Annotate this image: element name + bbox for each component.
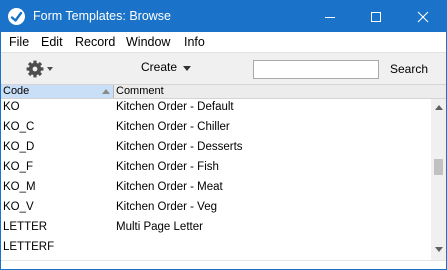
browse-window: Form Templates: Browse File Edit Record … — [0, 0, 447, 270]
table-row[interactable]: KO_D Kitchen Order - Desserts — [1, 139, 431, 159]
cell-code: KO_M — [3, 181, 36, 193]
window-bottom-edge — [1, 260, 446, 269]
cell-code: KO_F — [3, 161, 34, 173]
sort-ascending-icon — [102, 89, 110, 94]
menu-file[interactable]: File — [9, 35, 29, 49]
cell-code: KO_V — [3, 201, 34, 213]
scrollbar-thumb[interactable] — [434, 159, 443, 175]
scroll-down-arrow-icon[interactable] — [435, 247, 443, 252]
search-button[interactable]: Search — [390, 62, 428, 76]
table-row[interactable]: KO_C Kitchen Order - Chiller — [1, 119, 431, 139]
gear-icon — [26, 60, 53, 78]
table-row[interactable]: KO Kitchen Order - Default — [1, 99, 431, 119]
table-row[interactable]: KO_F Kitchen Order - Fish — [1, 159, 431, 179]
cell-comment: Kitchen Order - Default — [116, 101, 234, 113]
table-body: KO Kitchen Order - Default KO_C Kitchen … — [1, 99, 431, 260]
window-title: Form Templates: Browse — [33, 9, 172, 23]
close-button[interactable] — [400, 1, 446, 32]
toolbar: Create Search — [1, 52, 446, 84]
cell-code: KO_D — [3, 141, 35, 153]
close-icon — [417, 11, 429, 22]
column-header-code[interactable]: Code — [1, 85, 114, 98]
table-row[interactable]: KO_M Kitchen Order - Meat — [1, 179, 431, 199]
title-bar[interactable]: Form Templates: Browse — [1, 1, 446, 32]
maximize-button[interactable] — [353, 1, 399, 32]
cell-code: KO — [3, 101, 20, 113]
search-input[interactable] — [253, 60, 379, 79]
table-row[interactable]: LETTER Multi Page Letter — [1, 219, 431, 239]
table-row[interactable]: LETTERF — [1, 239, 431, 259]
column-header-comment-label: Comment — [116, 85, 164, 97]
table-row[interactable]: KO_V Kitchen Order - Veg — [1, 199, 431, 219]
cell-comment: Kitchen Order - Desserts — [116, 141, 243, 153]
menu-bar: File Edit Record Window Info — [1, 32, 446, 52]
cell-code: LETTER — [3, 221, 48, 233]
create-button[interactable]: Create — [141, 60, 177, 78]
table-header: Code Comment — [1, 84, 446, 99]
cell-comment: Multi Page Letter — [116, 221, 203, 233]
minimize-icon — [325, 16, 335, 18]
app-icon[interactable] — [8, 8, 25, 25]
cell-code: KO_C — [3, 121, 35, 133]
maximize-icon — [371, 11, 381, 22]
cell-code: LETTERF — [3, 241, 55, 253]
menu-record[interactable]: Record — [75, 35, 115, 49]
menu-edit[interactable]: Edit — [41, 35, 63, 49]
cell-comment: Kitchen Order - Chiller — [116, 121, 230, 133]
column-header-comment[interactable]: Comment — [115, 85, 435, 98]
vertical-scrollbar[interactable] — [431, 99, 446, 260]
operations-menu-button[interactable] — [23, 59, 57, 79]
menu-window[interactable]: Window — [126, 35, 170, 49]
cell-comment: Kitchen Order - Veg — [116, 201, 217, 213]
menu-info[interactable]: Info — [184, 35, 205, 49]
cell-comment: Kitchen Order - Fish — [116, 161, 219, 173]
column-header-code-label: Code — [3, 85, 30, 97]
minimize-button[interactable] — [307, 1, 353, 32]
chevron-down-icon[interactable] — [183, 66, 191, 71]
cell-comment: Kitchen Order - Meat — [116, 181, 223, 193]
scroll-up-arrow-icon[interactable] — [435, 105, 443, 110]
